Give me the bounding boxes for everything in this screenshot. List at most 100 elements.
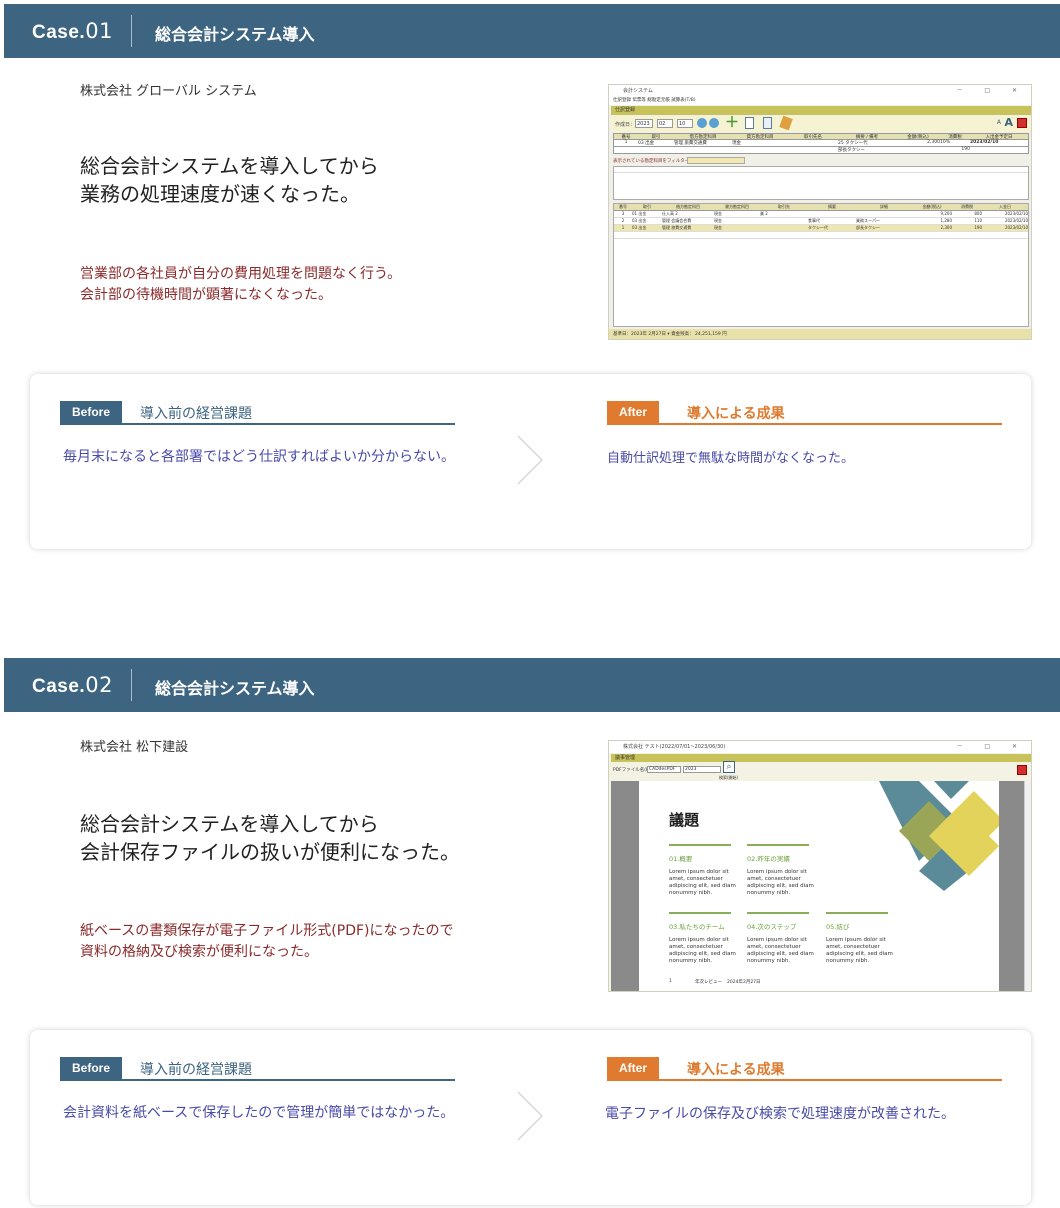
entry-cell[interactable]: 03 出金: [638, 140, 674, 146]
next-icon[interactable]: [709, 118, 719, 128]
col-header: 番号: [621, 135, 631, 140]
col-header: 摘要 / 備考: [855, 135, 879, 140]
entry-cell[interactable]: 190: [940, 147, 970, 153]
table-cell: 仕入高 2: [662, 211, 678, 216]
scrollbar[interactable]: [1024, 781, 1031, 991]
prev-icon[interactable]: [697, 118, 707, 128]
header-divider: [131, 669, 132, 701]
zoom-small-icon[interactable]: A: [997, 119, 1001, 126]
section-body: Lorem ipsum dolor sit amet, consectetuer…: [669, 937, 736, 964]
table-cell: 現金: [714, 225, 722, 230]
before-tag: Before: [60, 1057, 123, 1079]
section-rule: [826, 912, 888, 914]
table-row[interactable]: [614, 232, 1028, 239]
table-row[interactable]: 3 01 出金 仕入高 2 現金 業 2 9,200 800 2023/02/1…: [614, 211, 1028, 218]
entry-cell[interactable]: [970, 147, 1028, 153]
table-cell: 2023/02/10: [1004, 218, 1028, 223]
section-rule: [669, 912, 731, 914]
table-cell: 2,300: [940, 225, 952, 230]
add-icon[interactable]: ＋: [725, 116, 739, 130]
date-month[interactable]: 02: [657, 119, 673, 128]
panel-title: 仕訳登録: [611, 106, 1031, 115]
before-text: 会計資料を紙ベースで保存したので管理が簡単ではなかった。: [63, 1105, 455, 1121]
section-body: Lorem ipsum dolor sit amet, consectetuer…: [747, 869, 814, 896]
pdf-viewer: 議題 01.概要 Lorem ipsum dolor sit amet, con…: [611, 781, 1025, 991]
case-header: Case.01 総合会計システム導入: [4, 4, 1060, 58]
section-rule: [747, 912, 809, 914]
footer-page: 1: [669, 979, 672, 984]
description-line: 会計部の待機時間が顕著になくなった。: [80, 287, 332, 303]
table-row[interactable]: 2 03 出金 管理 会議会合費 現金 食事代 業務スーパー 1,280 110…: [614, 218, 1028, 225]
entry-cell[interactable]: [732, 147, 788, 153]
info-icon[interactable]: [763, 117, 772, 129]
section-body: Lorem ipsum dolor sit amet, consectetuer…: [826, 937, 893, 964]
window-titlebar: 会計システム － □ ✕: [609, 85, 1031, 97]
entry-cell[interactable]: 部長タクシー: [838, 147, 896, 153]
filter-area: [613, 166, 1029, 200]
entry-cell[interactable]: 1: [614, 140, 638, 146]
pdf-year-input[interactable]: 2023: [683, 766, 721, 773]
pdf-select[interactable]: CADdesPDF: [647, 766, 681, 773]
entry-cell[interactable]: 現金: [732, 140, 788, 146]
before-after-panel: Before 導入前の経営課題 会計資料を紙ベースで保存したので管理が簡単ではな…: [30, 1030, 1031, 1205]
section-title: 05.結び: [826, 923, 850, 931]
entry-cell[interactable]: [638, 147, 674, 153]
table-row-selected[interactable]: 1 03 出金 管理 旅費交通費 現金 タクシー代 部長タクシー 2,300 1…: [614, 225, 1028, 232]
before-after-panel: Before 導入前の経営課題 毎月末になると各部署ではどう仕訳すればよいか分か…: [30, 374, 1031, 549]
entry-cell[interactable]: [788, 147, 838, 153]
table-cell: 190: [974, 225, 982, 230]
entry-cell[interactable]: 2,300: [896, 140, 940, 146]
table-cell: 9,200: [940, 211, 952, 216]
case-header: Case.02 総合会計システム導入: [4, 658, 1060, 712]
entry-cell[interactable]: [896, 147, 940, 153]
tag-icon[interactable]: [779, 115, 793, 131]
entry-cell[interactable]: 25 タクシー代: [838, 140, 896, 146]
list-col-header: 消費税: [961, 204, 973, 209]
case-title: 総合会計システム導入: [155, 679, 315, 698]
entry-row[interactable]: 1 03 出金 管理 旅費交通費 現金 25 タクシー代 2,300 10% 2…: [613, 140, 1029, 147]
document-icon[interactable]: [745, 117, 754, 129]
table-cell: タクシー代: [808, 225, 828, 230]
table-cell: 110: [974, 218, 982, 223]
list-col-header: 番号: [619, 204, 627, 209]
date-label: 作成日：: [615, 122, 636, 128]
description-line: 紙ベースの書類保存が電子ファイル形式(PDF)になったので: [80, 923, 454, 939]
list-col-header: 取引先: [778, 204, 790, 209]
entry-cell[interactable]: 管理 旅費交通費: [674, 140, 732, 146]
headline-line: 会計保存ファイルの扱いが便利になった。: [80, 840, 460, 864]
footer-text: 年次レビュー: [695, 980, 722, 985]
after-tag: After: [607, 1057, 660, 1079]
header-divider: [131, 15, 132, 47]
close-panel-icon[interactable]: [1017, 765, 1027, 775]
table-cell: 03 出金: [632, 218, 647, 223]
document-title: 議題: [669, 811, 700, 829]
zoom-large-icon[interactable]: A: [1004, 116, 1013, 129]
entry-cell[interactable]: 2023/02/10: [970, 140, 1028, 146]
entry-cell[interactable]: [674, 147, 732, 153]
entry-cell[interactable]: [614, 147, 638, 153]
case-label: Case.02: [32, 673, 113, 697]
col-header: 借方勘定科目: [689, 135, 717, 140]
col-header: 金額(税込): [907, 135, 929, 140]
date-day[interactable]: 10: [677, 119, 693, 128]
entry-cell[interactable]: 10%: [940, 140, 970, 146]
window-titlebar: 株式会社 テスト(2022/07/01~2023/06/30) － □ ✕: [609, 741, 1031, 753]
section-title: 01.概要: [669, 855, 693, 863]
after-title: 導入による成果: [687, 1062, 785, 1078]
table-cell: 2023/02/10: [1004, 225, 1028, 230]
close-panel-icon[interactable]: [1017, 118, 1027, 128]
list-col-header: 取引: [643, 204, 651, 209]
after-title: 導入による成果: [687, 406, 785, 422]
table-cell: 2023/02/10: [1004, 211, 1028, 216]
headline-line: 総合会計システムを導入してから: [80, 812, 379, 836]
after-tag: After: [607, 401, 660, 423]
menu-bar: 仕訳登録 伝票等 総勘定元帳 試算表(T/B): [609, 97, 1031, 105]
date-year[interactable]: 2023: [635, 119, 653, 128]
filter-input[interactable]: [687, 157, 745, 164]
list-col-header: 金額(税込): [922, 204, 942, 209]
entry-cell[interactable]: [788, 140, 838, 146]
search-icon[interactable]: ⌕: [723, 761, 735, 773]
before-underline: [60, 423, 455, 425]
entry-row[interactable]: 部長タクシー 190: [613, 147, 1029, 154]
entry-header-row: 番号 取引 借方勘定科目 貸方勘定科目 取引先名 摘要 / 備考 金額(税込) …: [613, 133, 1029, 140]
